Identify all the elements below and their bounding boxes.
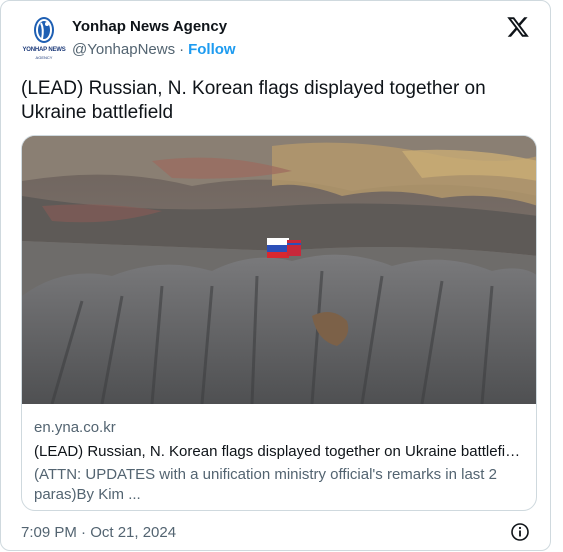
- link-meta: en.yna.co.kr (LEAD) Russian, N. Korean f…: [34, 418, 524, 505]
- avatar-caption: YONHAP NEWS: [22, 47, 66, 53]
- tweet-text: (LEAD) Russian, N. Korean flags displaye…: [21, 78, 486, 123]
- separator-dot: ·: [179, 41, 185, 58]
- link-domain: en.yna.co.kr: [34, 419, 116, 436]
- yonhap-logo-icon: [34, 17, 54, 43]
- info-icon[interactable]: [510, 522, 530, 542]
- avatar[interactable]: YONHAP NEWS AGENCY: [21, 15, 67, 63]
- follow-button[interactable]: Follow: [188, 41, 236, 58]
- timestamp[interactable]: 7:09 PM · Oct 21, 2024: [21, 524, 176, 541]
- link-preview-card[interactable]: en.yna.co.kr (LEAD) Russian, N. Korean f…: [21, 135, 537, 511]
- link-description: (ATTN: UPDATES with a unification minist…: [34, 466, 497, 503]
- tweet-header: YONHAP NEWS AGENCY Yonhap News Agency @Y…: [21, 15, 530, 65]
- link-title: (LEAD) Russian, N. Korean flags displaye…: [34, 443, 524, 460]
- account-handle[interactable]: @YonhapNews: [72, 41, 175, 58]
- tweet-embed-card: YONHAP NEWS AGENCY Yonhap News Agency @Y…: [0, 0, 551, 551]
- tweet-footer: 7:09 PM · Oct 21, 2024: [21, 522, 530, 544]
- x-logo-icon[interactable]: [506, 15, 530, 39]
- account-name[interactable]: Yonhap News Agency: [72, 18, 227, 35]
- handle-row: @YonhapNews · Follow: [72, 41, 236, 58]
- article-image: [22, 136, 536, 404]
- avatar-subcaption: AGENCY: [35, 55, 53, 60]
